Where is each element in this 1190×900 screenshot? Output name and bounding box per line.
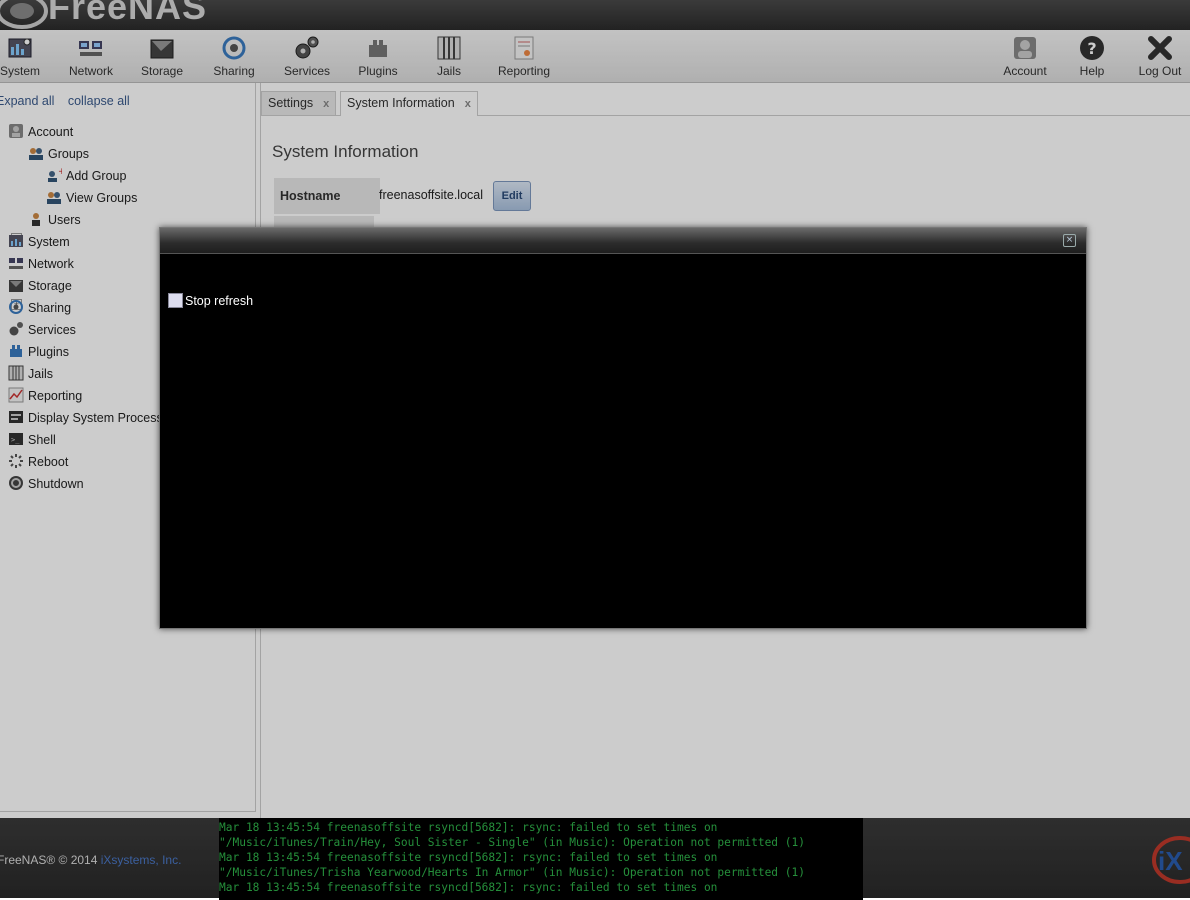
process-modal: × Stop refresh	[159, 227, 1087, 629]
stop-refresh-option[interactable]: Stop refresh	[168, 293, 253, 308]
modal-titlebar[interactable]: ×	[160, 228, 1086, 254]
stop-refresh-label: Stop refresh	[185, 294, 254, 308]
modal-close-icon[interactable]: ×	[1063, 234, 1076, 247]
stop-refresh-checkbox[interactable]	[168, 293, 183, 308]
